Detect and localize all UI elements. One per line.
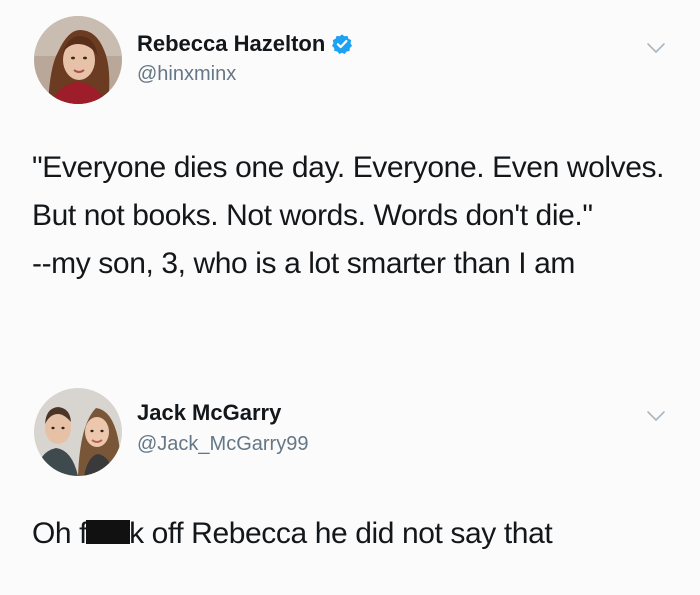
tweet-text: Oh f k off Rebecca he did not say that (32, 510, 682, 558)
tweet-text-start: Oh f (32, 517, 88, 550)
tweet[interactable]: Jack McGarry @Jack_McGarry99 Oh f k off R… (0, 370, 700, 595)
handle[interactable]: @hinxminx (137, 63, 236, 86)
tweet-text-end: k off Rebecca he did not say that (129, 517, 553, 550)
avatar[interactable] (34, 16, 122, 104)
avatar-image (34, 388, 122, 476)
author-row: Rebecca Hazelton (137, 31, 353, 57)
display-name[interactable]: Rebecca Hazelton (137, 31, 325, 57)
page: Rebecca Hazelton @hinxminx "Everyone die… (0, 0, 700, 595)
chevron-down-icon[interactable] (646, 42, 666, 54)
handle[interactable]: @Jack_McGarry99 (137, 433, 308, 456)
tweet-text-line: --my son, 3, who is a lot smarter than I… (32, 247, 575, 280)
verified-badge-icon (332, 34, 353, 54)
avatar[interactable] (34, 388, 122, 476)
tweet-text-line: "Everyone dies one day. Everyone. Even w… (32, 151, 665, 232)
tweet-text: "Everyone dies one day. Everyone. Even w… (32, 144, 682, 288)
censor-bar (86, 520, 131, 544)
author-row: Jack McGarry (137, 400, 281, 426)
chevron-down-icon[interactable] (646, 410, 666, 422)
avatar-image (34, 16, 122, 104)
display-name[interactable]: Jack McGarry (137, 400, 281, 426)
tweet[interactable]: Rebecca Hazelton @hinxminx "Everyone die… (0, 0, 700, 370)
